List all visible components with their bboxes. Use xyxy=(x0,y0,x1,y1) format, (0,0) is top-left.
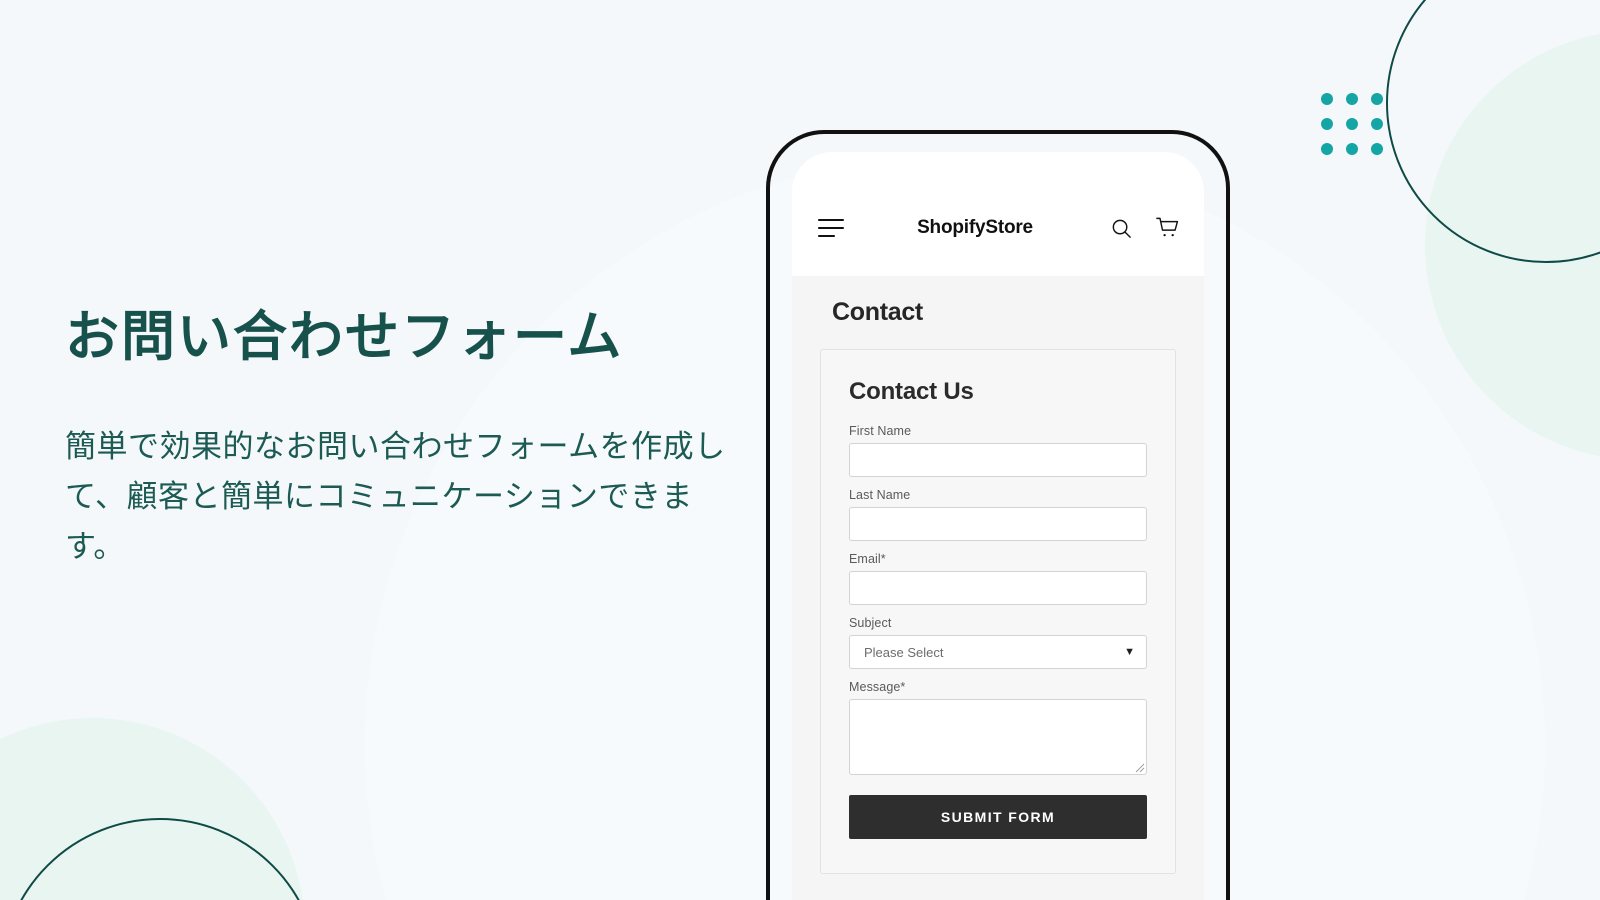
phone-screen: ShopifyStore Contact Contact Us First Na… xyxy=(792,152,1204,900)
contact-form-card: Contact Us First Name Last Name Email* S… xyxy=(820,349,1176,874)
message-input[interactable] xyxy=(849,699,1147,775)
store-page-body: Contact Contact Us First Name Last Name … xyxy=(792,276,1204,900)
hero-subtitle: 簡単で効果的なお問い合わせフォームを作成して、顧客と簡単にコミュニケーションでき… xyxy=(65,428,726,565)
phone-mockup: ShopifyStore Contact Contact Us First Na… xyxy=(766,130,1230,900)
subject-label: Subject xyxy=(849,616,892,630)
subject-select[interactable]: Please Select xyxy=(849,635,1147,669)
page-title: Contact xyxy=(832,298,923,326)
submit-form-button[interactable]: SUBMIT FORM xyxy=(849,795,1147,839)
field-subject: Subject Please Select ▼ xyxy=(849,616,1147,669)
promo-stage: お問い合わせフォーム 簡単で効果的なお問い合わせフォームを作成して、顧客と簡単に… xyxy=(0,0,1600,900)
field-last-name: Last Name xyxy=(849,488,1147,541)
field-email: Email* xyxy=(849,552,1147,605)
last-name-label: Last Name xyxy=(849,488,911,502)
hamburger-menu-icon[interactable] xyxy=(818,191,844,238)
first-name-label: First Name xyxy=(849,424,912,438)
hero-title: お問い合わせフォーム xyxy=(65,307,624,367)
store-header: ShopifyStore xyxy=(792,152,1204,276)
circle-outline-top-right-icon xyxy=(1386,0,1600,263)
subject-select-wrapper: Please Select ▼ xyxy=(849,635,1147,669)
shopping-cart-icon[interactable] xyxy=(1155,216,1180,240)
message-label: Message* xyxy=(849,680,906,694)
field-message: Message* xyxy=(849,680,1147,775)
last-name-input[interactable] xyxy=(849,507,1147,541)
field-first-name: First Name xyxy=(849,424,1147,477)
hero-copy: お問い合わせフォーム 簡単で効果的なお問い合わせフォームを作成して、顧客と簡単に… xyxy=(65,305,755,572)
header-icon-group xyxy=(1110,188,1180,240)
message-textarea-wrapper xyxy=(849,699,1147,775)
dot-grid-icon xyxy=(1321,93,1383,155)
form-heading: Contact Us xyxy=(849,378,974,405)
store-name: ShopifyStore xyxy=(917,217,1033,238)
email-input[interactable] xyxy=(849,571,1147,605)
first-name-input[interactable] xyxy=(849,443,1147,477)
email-label: Email* xyxy=(849,552,886,566)
search-icon[interactable] xyxy=(1110,217,1133,240)
